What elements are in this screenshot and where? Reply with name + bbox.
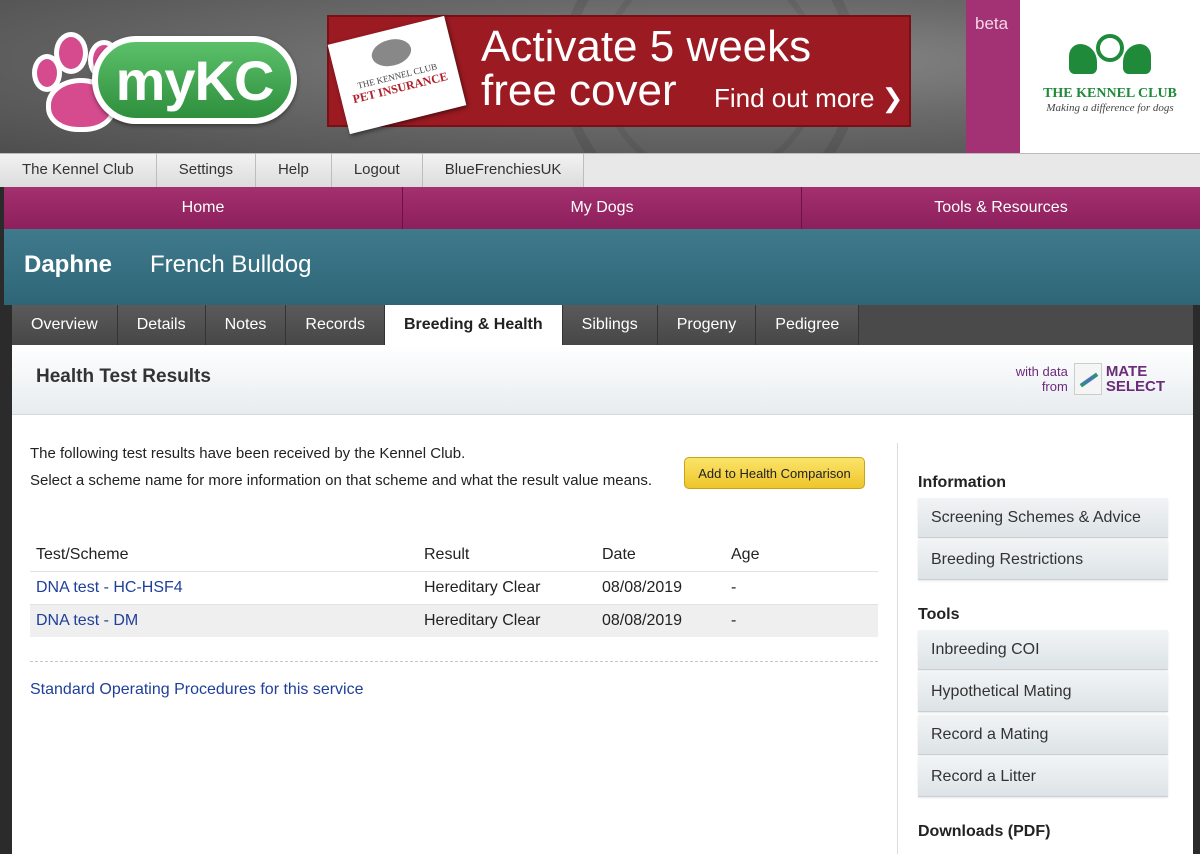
sidebar-divider [897, 443, 898, 854]
toplink-logout[interactable]: Logout [331, 154, 423, 187]
result-cell: Hereditary Clear [418, 603, 596, 637]
kennel-club-tagline: Making a difference for dogs [1046, 102, 1174, 114]
toplink-settings[interactable]: Settings [156, 154, 256, 187]
site-banner: myKC THE KENNEL CLUB PET INSURANCE Activ… [0, 0, 1200, 153]
panel-header: Health Test Results with data from MATE … [12, 345, 1193, 415]
age-cell: - [725, 570, 878, 604]
nav-tools-resources[interactable]: Tools & Resources [802, 187, 1200, 229]
sidebar-heading-information: Information [918, 474, 1006, 491]
page-title: Health Test Results [36, 366, 211, 387]
mate-with-data: with data from [1015, 364, 1068, 394]
dog-tabs: Overview Details Notes Records Breeding … [12, 305, 1193, 345]
toplink-account[interactable]: BlueFrenchiesUK [422, 154, 585, 187]
add-to-health-comparison-button[interactable]: Add to Health Comparison [684, 457, 865, 489]
health-panel: Health Test Results with data from MATE … [12, 345, 1193, 854]
ad-find-out-more[interactable]: Find out more ❯ [714, 83, 903, 114]
top-links-fill [584, 154, 1200, 187]
age-cell: - [725, 603, 878, 637]
sidebar-link-screening-schemes[interactable]: Screening Schemes & Advice [918, 498, 1168, 538]
pet-insurance-card: THE KENNEL CLUB PET INSURANCE [327, 15, 467, 135]
result-cell: Hereditary Clear [418, 570, 596, 604]
health-results-table: Test/Scheme Result Date Age DNA test - H… [30, 539, 878, 637]
sidebar-heading-downloads: Downloads (PDF) [918, 823, 1051, 840]
tab-notes[interactable]: Notes [205, 305, 287, 345]
toplink-kennel-club[interactable]: The Kennel Club [0, 154, 157, 187]
dashed-divider [30, 661, 878, 662]
scheme-link[interactable]: DNA test - DM [36, 612, 138, 629]
table-row: DNA test - DM Hereditary Clear 08/08/201… [30, 603, 878, 637]
table-row: DNA test - HC-HSF4 Hereditary Clear 08/0… [30, 570, 878, 604]
sidebar-heading-tools: Tools [918, 606, 960, 623]
dog-name: Daphne [24, 251, 113, 278]
sidebar-link-hypothetical-mating[interactable]: Hypothetical Mating [918, 672, 1168, 712]
table-header-row: Test/Scheme Result Date Age [30, 539, 878, 571]
sidebar-link-record-litter[interactable]: Record a Litter [918, 757, 1168, 797]
tab-overview[interactable]: Overview [12, 305, 118, 345]
sidebar-link-record-mating[interactable]: Record a Mating [918, 715, 1168, 755]
dog-breed: French Bulldog [150, 251, 312, 278]
tab-details[interactable]: Details [117, 305, 206, 345]
toplink-help[interactable]: Help [255, 154, 332, 187]
dog-header: Daphne French Bulldog [4, 229, 1200, 305]
sop-link[interactable]: Standard Operating Procedures for this s… [30, 681, 364, 699]
tab-pedigree[interactable]: Pedigree [756, 305, 860, 345]
date-cell: 08/08/2019 [596, 570, 725, 604]
dna-helix-icon [1073, 363, 1102, 395]
tabs-fill [859, 305, 1193, 345]
top-links-bar: The Kennel Club Settings Help Logout Blu… [0, 153, 1200, 187]
tab-breeding-health[interactable]: Breeding & Health [384, 305, 563, 345]
nav-home[interactable]: Home [4, 187, 403, 229]
tab-progeny[interactable]: Progeny [657, 305, 757, 345]
col-test-scheme: Test/Scheme [36, 545, 129, 563]
nav-my-dogs[interactable]: My Dogs [403, 187, 802, 229]
scheme-link[interactable]: DNA test - HC-HSF4 [36, 579, 183, 596]
col-age: Age [731, 545, 760, 563]
sidebar-link-breeding-restrictions[interactable]: Breeding Restrictions [918, 540, 1168, 580]
beta-strip: beta [966, 0, 1020, 153]
mate-select-badge[interactable]: with data from MATE SELECT [1016, 363, 1165, 395]
mykc-logo-pill: myKC [92, 36, 297, 124]
main-nav: Home My Dogs Tools & Resources [0, 187, 1200, 229]
kennel-club-name: THE KENNEL CLUB [1043, 86, 1177, 101]
kennel-club-emblem-icon [1065, 34, 1155, 82]
kennel-club-logo[interactable]: THE KENNEL CLUB Making a difference for … [1020, 0, 1200, 153]
sidebar-link-inbreeding-coi[interactable]: Inbreeding COI [918, 630, 1168, 670]
tab-records[interactable]: Records [286, 305, 385, 345]
intro-text: The following test results have been rec… [30, 445, 466, 462]
beta-label: beta [975, 14, 1009, 33]
mykc-logo-text: myKC [115, 48, 275, 112]
mykc-logo[interactable]: myKC [26, 12, 306, 132]
col-result: Result [424, 545, 470, 563]
pet-insurance-ad[interactable]: THE KENNEL CLUB PET INSURANCE Activate 5… [327, 15, 911, 135]
intro-instructions: Select a scheme name for more informatio… [30, 472, 652, 489]
mate-select-logo: MATE SELECT [1105, 363, 1165, 395]
date-cell: 08/08/2019 [596, 603, 725, 637]
dogs-emblem-icon [368, 35, 414, 71]
col-date: Date [602, 545, 636, 563]
tab-siblings[interactable]: Siblings [562, 305, 658, 345]
